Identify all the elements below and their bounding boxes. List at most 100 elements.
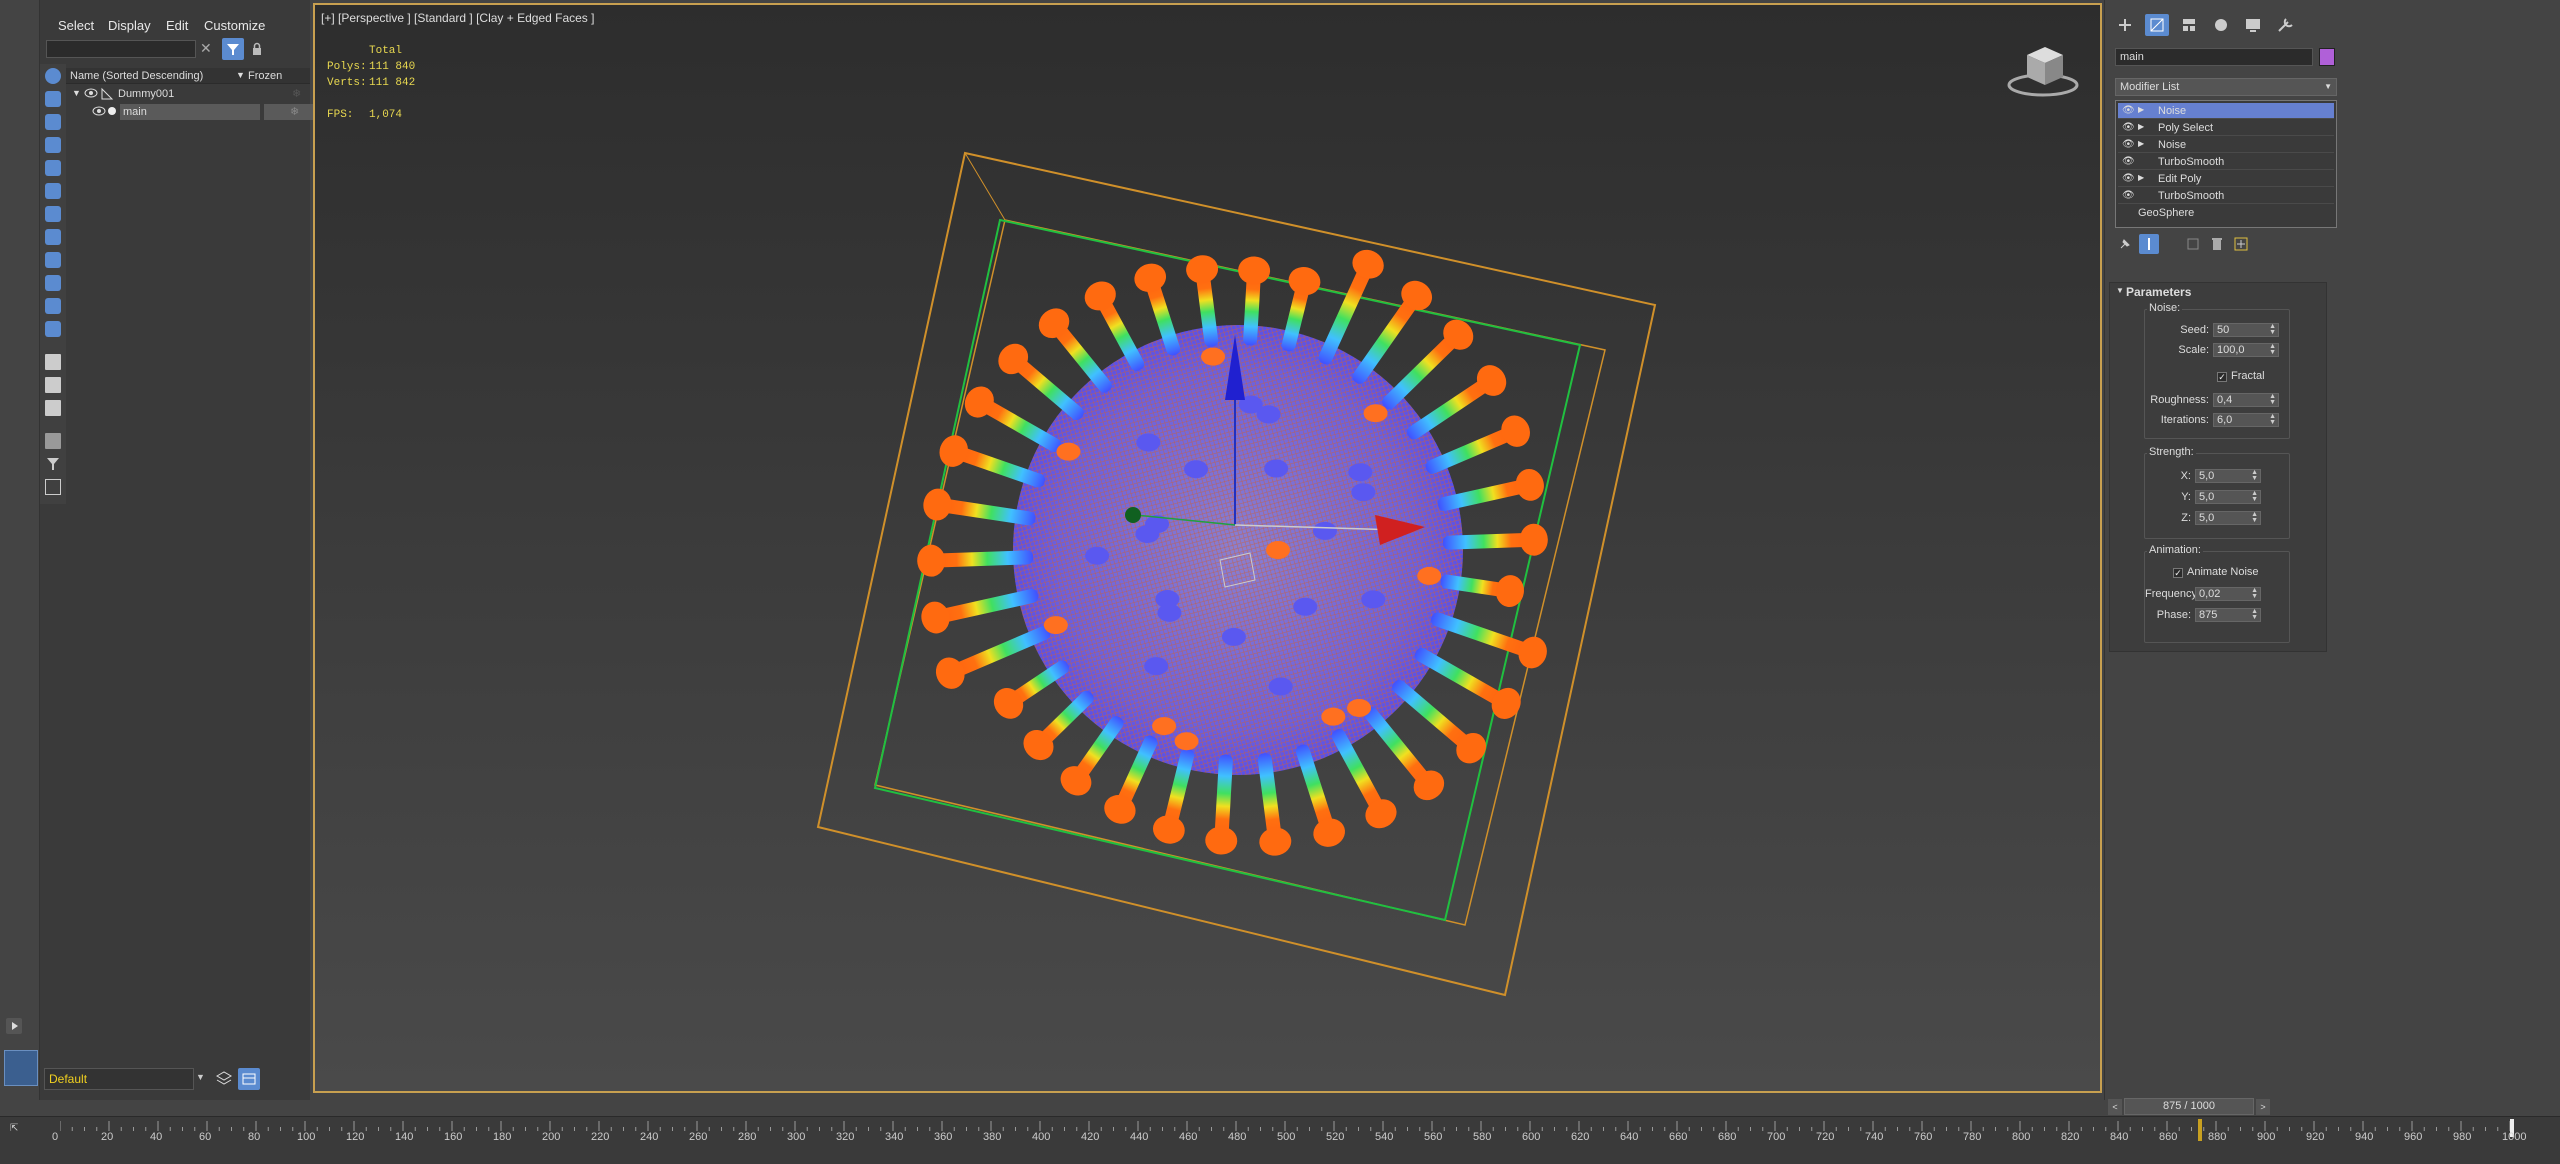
invert-display-icon[interactable] [45, 400, 61, 416]
select-region-icon[interactable] [45, 479, 61, 495]
surface-bump [1293, 597, 1318, 616]
pin-stack-icon[interactable] [2117, 236, 2133, 252]
y-spinner[interactable]: 5,0 ▲ ▼ [2195, 490, 2261, 504]
stack-item-geosphere[interactable]: GeoSphere [2118, 205, 2334, 221]
x-spinner[interactable]: 5,0 ▲ ▼ [2195, 469, 2261, 483]
frozen-toggle-icon[interactable]: ❄ [292, 87, 301, 100]
stack-item-noise-2[interactable]: 👁 ▶ Noise [2118, 137, 2334, 153]
frequency-spinner[interactable]: 0,02 ▲ ▼ [2195, 587, 2261, 601]
filter-icon[interactable] [222, 38, 244, 60]
spacewarp-filter-icon[interactable] [45, 183, 61, 199]
menu-edit[interactable]: Edit [166, 18, 188, 33]
expand-icon[interactable]: ▼ [72, 88, 81, 98]
create-tab-icon[interactable] [2113, 14, 2137, 36]
geometry-filter-icon[interactable] [45, 68, 61, 84]
menu-select[interactable]: Select [58, 18, 94, 33]
eye-icon[interactable]: 👁 [2122, 173, 2135, 184]
z-spinner[interactable]: 5,0 ▲ ▼ [2195, 511, 2261, 525]
utilities-tab-icon[interactable] [2273, 14, 2297, 36]
shape-filter-icon[interactable] [45, 91, 61, 107]
group-filter-icon[interactable] [45, 206, 61, 222]
display-tab-icon[interactable] [2241, 14, 2265, 36]
configure-sets-icon[interactable] [2233, 236, 2249, 252]
stack-item-turbosmooth-2[interactable]: 👁 TurboSmooth [2118, 188, 2334, 204]
phase-spinner[interactable]: 875 ▲ ▼ [2195, 608, 2261, 622]
mini-curve-editor-icon[interactable]: ⇱ [10, 1123, 34, 1147]
frozen-toggle-icon[interactable]: ❄ [264, 104, 316, 120]
perspective-viewport[interactable]: [+] [Perspective ] [Standard ] [Clay + E… [313, 3, 2102, 1093]
stack-item-poly-select[interactable]: 👁 ▶ Poly Select [2118, 120, 2334, 136]
layers-icon[interactable] [214, 1068, 234, 1090]
filter-combo-icon[interactable] [45, 433, 61, 449]
surface-bump [1347, 698, 1372, 717]
dropdown-arrow-icon: ▼ [2324, 82, 2332, 91]
expand-icon[interactable]: ▶ [2138, 122, 2144, 131]
fractal-checkbox[interactable]: ✓ [2217, 372, 2227, 382]
tree-row-main[interactable]: main ❄ [66, 104, 316, 121]
expand-icon[interactable]: ▶ [2138, 139, 2144, 148]
play-small-icon[interactable] [6, 1018, 22, 1034]
menu-customize[interactable]: Customize [204, 18, 265, 33]
prev-frame-icon[interactable]: < [2108, 1099, 2122, 1115]
eye-icon[interactable]: 👁 [2122, 156, 2135, 167]
camera-filter-icon[interactable] [45, 137, 61, 153]
rollout-title[interactable]: Parameters [2126, 285, 2191, 299]
layer-dropdown[interactable]: Default [44, 1068, 194, 1090]
dropdown-arrow-icon[interactable]: ▼ [196, 1072, 205, 1082]
eye-icon[interactable]: 👁 [2122, 139, 2135, 150]
menu-display[interactable]: Display [108, 18, 151, 33]
scene-search-input[interactable] [46, 40, 196, 58]
animate-noise-checkbox[interactable]: ✓ [2173, 568, 2183, 578]
stack-item-edit-poly[interactable]: 👁 ▶ Edit Poly [2118, 171, 2334, 187]
timeline-tick-label: 80 [248, 1131, 261, 1143]
next-frame-icon[interactable]: > [2256, 1099, 2270, 1115]
tree-row-dummy[interactable]: ▼ Dummy001 ❄ [66, 86, 310, 103]
timeline-tick-label: 680 [1718, 1131, 1737, 1143]
hidden-filter-icon[interactable] [45, 321, 61, 337]
column-name-header[interactable]: Name (Sorted Descending) [70, 70, 203, 82]
time-slider[interactable]: 875 / 1000 [2124, 1098, 2254, 1115]
light-filter-icon[interactable] [45, 114, 61, 130]
collapse-icon[interactable]: ▼ [2116, 286, 2124, 295]
layer-manager-icon[interactable] [238, 1068, 260, 1090]
display-all-icon[interactable] [45, 354, 61, 370]
roughness-spinner[interactable]: 0,4 ▲ ▼ [2213, 393, 2279, 407]
seed-spinner[interactable]: 50 ▲ ▼ [2213, 323, 2279, 337]
iterations-spinner[interactable]: 6,0 ▲ ▼ [2213, 413, 2279, 427]
stack-item-turbosmooth-1[interactable]: 👁 TurboSmooth [2118, 154, 2334, 170]
object-color-swatch[interactable] [2319, 48, 2335, 66]
display-none-icon[interactable] [45, 377, 61, 393]
modifier-stack: 👁 ▶ Noise 👁 ▶ Poly Select 👁 ▶ Noise 👁 Tu… [2115, 100, 2337, 228]
eye-icon[interactable]: 👁 [2122, 122, 2135, 133]
clear-search-icon[interactable]: ✕ [200, 40, 216, 58]
eye-icon[interactable] [84, 87, 98, 102]
bone-filter-icon[interactable] [45, 252, 61, 268]
container-filter-icon[interactable] [45, 275, 61, 291]
xref-filter-icon[interactable] [45, 229, 61, 245]
hierarchy-tab-icon[interactable] [2177, 14, 2201, 36]
scale-spinner[interactable]: 100,0 ▲ ▼ [2213, 343, 2279, 357]
lock-icon[interactable] [250, 42, 264, 56]
timeline-tick-label: 460 [1179, 1131, 1198, 1143]
helper-filter-icon[interactable] [45, 160, 61, 176]
timeline-tick-label: 660 [1669, 1131, 1688, 1143]
motion-tab-icon[interactable] [2209, 14, 2233, 36]
show-end-result-icon[interactable] [2139, 234, 2159, 254]
viewport-layout-icon[interactable] [4, 1050, 38, 1086]
virus-mesh-scene[interactable] [315, 5, 2100, 1091]
object-name-input[interactable]: main [2115, 48, 2313, 66]
frozen-filter-icon[interactable] [45, 298, 61, 314]
make-unique-icon[interactable] [2185, 236, 2201, 252]
modify-tab-icon[interactable] [2145, 14, 2169, 36]
eye-icon[interactable]: 👁 [2122, 105, 2135, 116]
funnel-icon[interactable] [45, 456, 61, 472]
remove-modifier-icon[interactable] [2209, 236, 2225, 252]
expand-icon[interactable]: ▶ [2138, 173, 2144, 182]
expand-icon[interactable]: ▶ [2138, 105, 2144, 114]
modifier-list-dropdown[interactable]: Modifier List ▼ [2115, 78, 2337, 96]
column-frozen-header[interactable]: Frozen [248, 70, 282, 82]
eye-icon[interactable]: 👁 [2122, 190, 2135, 201]
stack-item-noise-1[interactable]: 👁 ▶ Noise [2118, 103, 2334, 119]
eye-icon[interactable] [92, 105, 106, 120]
timeline-tick-label: 540 [1375, 1131, 1394, 1143]
